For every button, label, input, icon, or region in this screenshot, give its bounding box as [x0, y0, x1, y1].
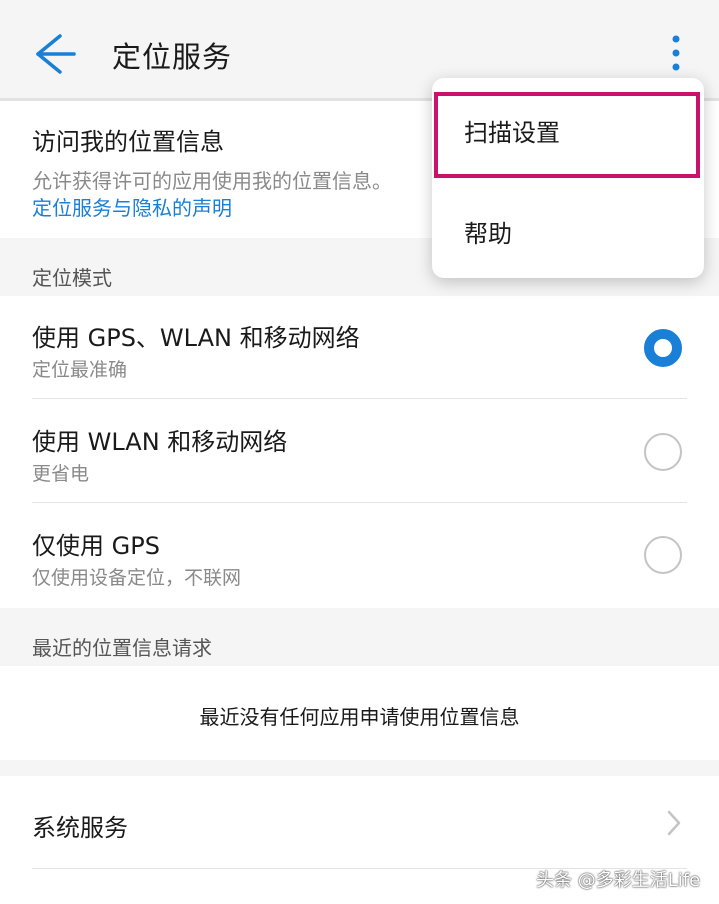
mode-option-title[interactable]: 使用 WLAN 和移动网络 — [32, 422, 287, 457]
more-options-button[interactable] — [652, 26, 700, 82]
mode-option-title[interactable]: 仅使用 GPS — [32, 526, 160, 561]
highlight-box — [434, 92, 700, 178]
row-divider — [32, 398, 687, 399]
mode-option-subtitle: 仅使用设备定位，不联网 — [32, 567, 242, 589]
location-mode-header: 定位模式 — [32, 266, 112, 290]
recent-requests-header: 最近的位置信息请求 — [32, 636, 212, 660]
chevron-right-icon — [664, 808, 684, 838]
system-services-label: 系统服务 — [32, 814, 128, 842]
mode-radio-gps-only[interactable] — [644, 536, 682, 574]
location-access-description: 允许获得许可的应用使用我的位置信息。 — [32, 169, 392, 193]
mode-radio-wlan-mobile[interactable] — [644, 433, 682, 471]
arrow-left-icon — [36, 34, 76, 74]
watermark: 头条 @多彩生活Life — [536, 870, 701, 891]
mode-radio-gps-wlan-mobile[interactable] — [644, 329, 682, 367]
back-button[interactable] — [24, 24, 88, 84]
row-divider — [32, 502, 687, 503]
menu-item-help[interactable]: 帮助 — [464, 214, 512, 249]
location-access-title: 访问我的位置信息 — [32, 128, 224, 156]
more-vertical-icon — [672, 35, 680, 71]
mode-option-subtitle: 更省电 — [32, 463, 90, 485]
recent-requests-empty-text: 最近没有任何应用申请使用位置信息 — [199, 705, 520, 729]
privacy-statement-link[interactable]: 定位服务与隐私的声明 — [32, 192, 232, 221]
mode-option-subtitle: 定位最准确 — [32, 359, 128, 381]
page-title: 定位服务 — [112, 40, 233, 74]
mode-option-title[interactable]: 使用 GPS、WLAN 和移动网络 — [32, 318, 360, 353]
